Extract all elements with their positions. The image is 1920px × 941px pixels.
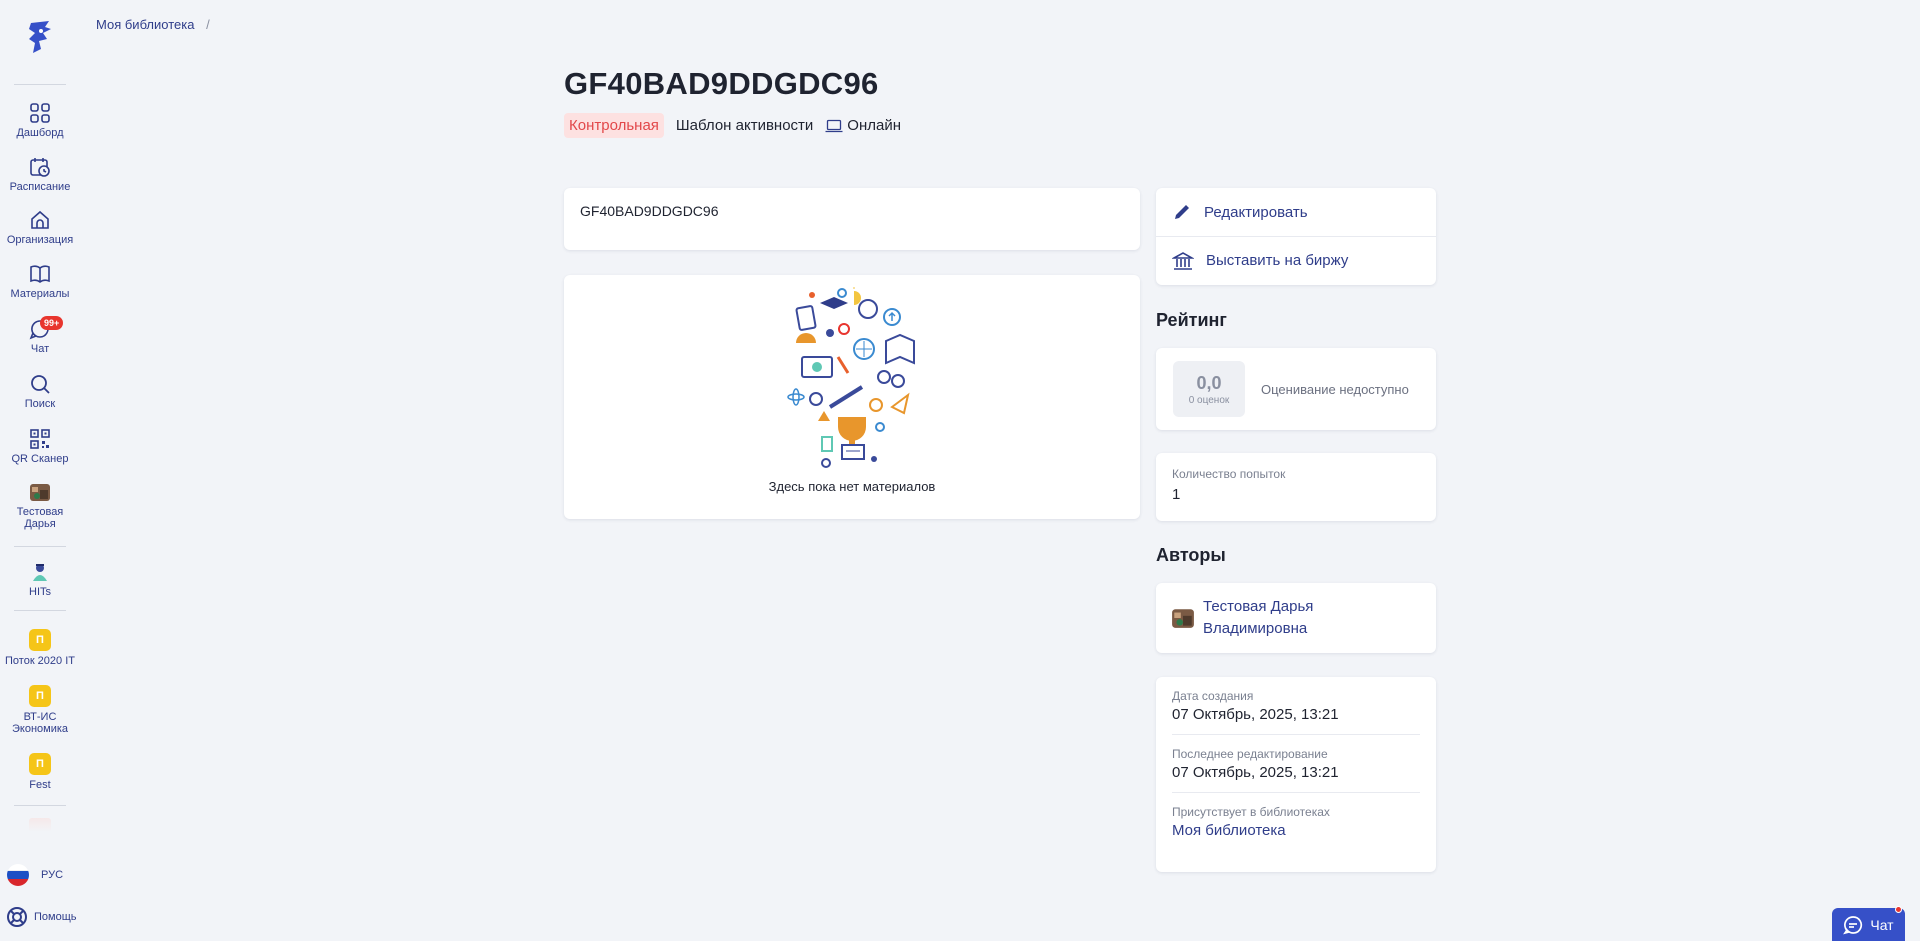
help-link[interactable]: Помощь	[6, 906, 77, 928]
breadcrumb-separator: /	[206, 17, 210, 32]
sidebar-item-label: Fest	[29, 779, 51, 791]
sidebar-item-label: Чат	[30, 343, 50, 355]
language-switcher[interactable]: РУС	[6, 863, 63, 887]
attempts-label: Количество попыток	[1172, 467, 1286, 481]
created-row: Дата создания 07 Октябрь, 2025, 13:21	[1172, 677, 1420, 734]
sidebar-item-label: Поток 2020 IT	[5, 655, 75, 667]
activity-mode-label: Онлайн	[847, 117, 902, 134]
sidebar-item-search[interactable]: Поиск	[0, 373, 80, 410]
sidebar-item-group-fest[interactable]: П Fest	[0, 753, 80, 791]
sidebar-item-label: HITs	[29, 586, 51, 598]
knight-logo-icon	[29, 21, 51, 53]
attempts-value: 1	[1172, 486, 1181, 503]
libraries-row: Присутствует в библиотеках Моя библиотек…	[1172, 792, 1420, 850]
sidebar-item-label: Организация	[6, 234, 74, 246]
sidebar-divider	[14, 610, 66, 611]
group-avatar: П	[29, 685, 51, 707]
russia-flag-icon	[7, 864, 29, 886]
breadcrumb: Моя библиотека /	[96, 17, 210, 32]
rating-value: 0,0	[1196, 372, 1222, 393]
created-label: Дата создания	[1172, 689, 1254, 703]
rating-status: Оценивание недоступно	[1261, 381, 1409, 397]
sidebar-divider	[14, 84, 66, 85]
sidebar-item-hits[interactable]: HITs	[0, 561, 80, 598]
pencil-icon	[1175, 205, 1189, 219]
sidebar-item-group-vt-is[interactable]: П ВТ-ИС Экономика	[0, 685, 80, 735]
edit-button[interactable]: Редактировать	[1156, 188, 1436, 236]
chat-button-label: Чат	[1870, 916, 1894, 933]
page-title: GF40BAD9DDGDC96	[564, 66, 879, 101]
activity-tags: Контрольная Шаблон активности Онлайн	[564, 113, 901, 138]
group-avatar: П	[29, 629, 51, 651]
attempts-card: Количество попыток 1	[1156, 453, 1436, 521]
sidebar-item-qr-scanner[interactable]: QR Сканер	[0, 428, 80, 465]
faded-group-avatar	[29, 818, 51, 832]
breadcrumb-link-my-library[interactable]: Моя библиотека	[96, 17, 194, 32]
activity-template-tag: Шаблон активности	[675, 117, 814, 134]
calendar-clock-icon	[30, 158, 50, 177]
actions-card: Редактировать Выставить на биржу	[1156, 188, 1436, 285]
sidebar-item-dashboard[interactable]: Дашборд	[0, 102, 80, 139]
user-avatar-icon	[30, 484, 50, 501]
sidebar-divider	[14, 546, 66, 547]
chat-unread-badge: 99+	[40, 316, 64, 330]
dashboard-icon	[30, 103, 50, 123]
chat-notification-dot	[1895, 906, 1902, 913]
sidebar-item-label: Дашборд	[16, 127, 64, 139]
sidebar-item-label: Расписание	[9, 181, 71, 193]
sidebar-item-materials[interactable]: Материалы	[0, 263, 80, 300]
publish-to-exchange-button[interactable]: Выставить на биржу	[1156, 236, 1436, 284]
libraries-label: Присутствует в библиотеках	[1172, 805, 1330, 819]
description-card: GF40BAD9DDGDC96	[564, 188, 1140, 250]
edited-label: Последнее редактирование	[1172, 747, 1328, 761]
authors-card: Тестовая Дарья Владимировна	[1156, 583, 1436, 653]
lifebuoy-icon	[7, 907, 27, 927]
sidebar-item-label: Поиск	[24, 398, 56, 410]
author-link[interactable]: Тестовая Дарья Владимировна	[1203, 596, 1343, 640]
activity-type-tag: Контрольная	[564, 113, 664, 138]
language-label: РУС	[41, 869, 64, 881]
activity-mode-tag: Онлайн	[825, 117, 901, 134]
education-illustration-icon	[787, 287, 915, 468]
meta-card: Дата создания 07 Октябрь, 2025, 13:21 По…	[1156, 677, 1436, 872]
sidebar-divider	[14, 805, 66, 806]
sidebar-item-label: QR Сканер	[11, 453, 69, 465]
hits-mascot-icon	[33, 564, 47, 581]
rating-score-box: 0,0 0 оценок	[1173, 361, 1245, 417]
home-icon	[31, 210, 49, 229]
book-icon	[30, 265, 50, 283]
library-link[interactable]: Моя библиотека	[1172, 822, 1420, 839]
edited-value: 07 Октябрь, 2025, 13:21	[1172, 764, 1339, 781]
sidebar-item-organization[interactable]: Организация	[0, 209, 80, 246]
sidebar-item-profile[interactable]: Тестовая Дарья	[0, 481, 80, 530]
rating-count: 0 оценок	[1188, 394, 1230, 406]
created-value: 07 Октябрь, 2025, 13:21	[1172, 706, 1339, 723]
sidebar-item-chat[interactable]: 99+ Чат	[0, 316, 80, 355]
edited-row: Последнее редактирование 07 Октябрь, 202…	[1172, 734, 1420, 792]
sidebar-item-group-potok[interactable]: П Поток 2020 IT	[0, 629, 80, 667]
bank-icon	[1172, 251, 1194, 270]
sidebar-item-label: ВТ-ИС Экономика	[11, 711, 69, 735]
floating-chat-button[interactable]: Чат	[1832, 906, 1905, 941]
search-icon	[31, 375, 50, 394]
publish-label: Выставить на биржу	[1206, 252, 1349, 269]
qr-code-icon	[30, 429, 50, 449]
sidebar-item-schedule[interactable]: Расписание	[0, 156, 80, 193]
sidebar: Дашборд Расписание Организация Материалы…	[0, 0, 80, 941]
help-label: Помощь	[34, 911, 77, 923]
sidebar-item-label: Материалы	[10, 288, 70, 300]
edit-label: Редактировать	[1204, 203, 1308, 221]
authors-heading: Авторы	[1156, 545, 1226, 565]
app-logo[interactable]	[22, 18, 58, 56]
materials-card: Здесь пока нет материалов	[564, 275, 1140, 519]
rating-heading: Рейтинг	[1156, 310, 1227, 330]
rating-card: 0,0 0 оценок Оценивание недоступно	[1156, 348, 1436, 430]
description-text: GF40BAD9DDGDC96	[580, 203, 719, 219]
author-avatar-icon	[1172, 609, 1194, 628]
materials-empty-text: Здесь пока нет материалов	[768, 479, 936, 494]
group-avatar: П	[29, 753, 51, 775]
chat-bubble-icon	[1843, 915, 1863, 934]
sidebar-item-label: Тестовая Дарья	[16, 506, 64, 530]
laptop-icon	[825, 119, 843, 132]
